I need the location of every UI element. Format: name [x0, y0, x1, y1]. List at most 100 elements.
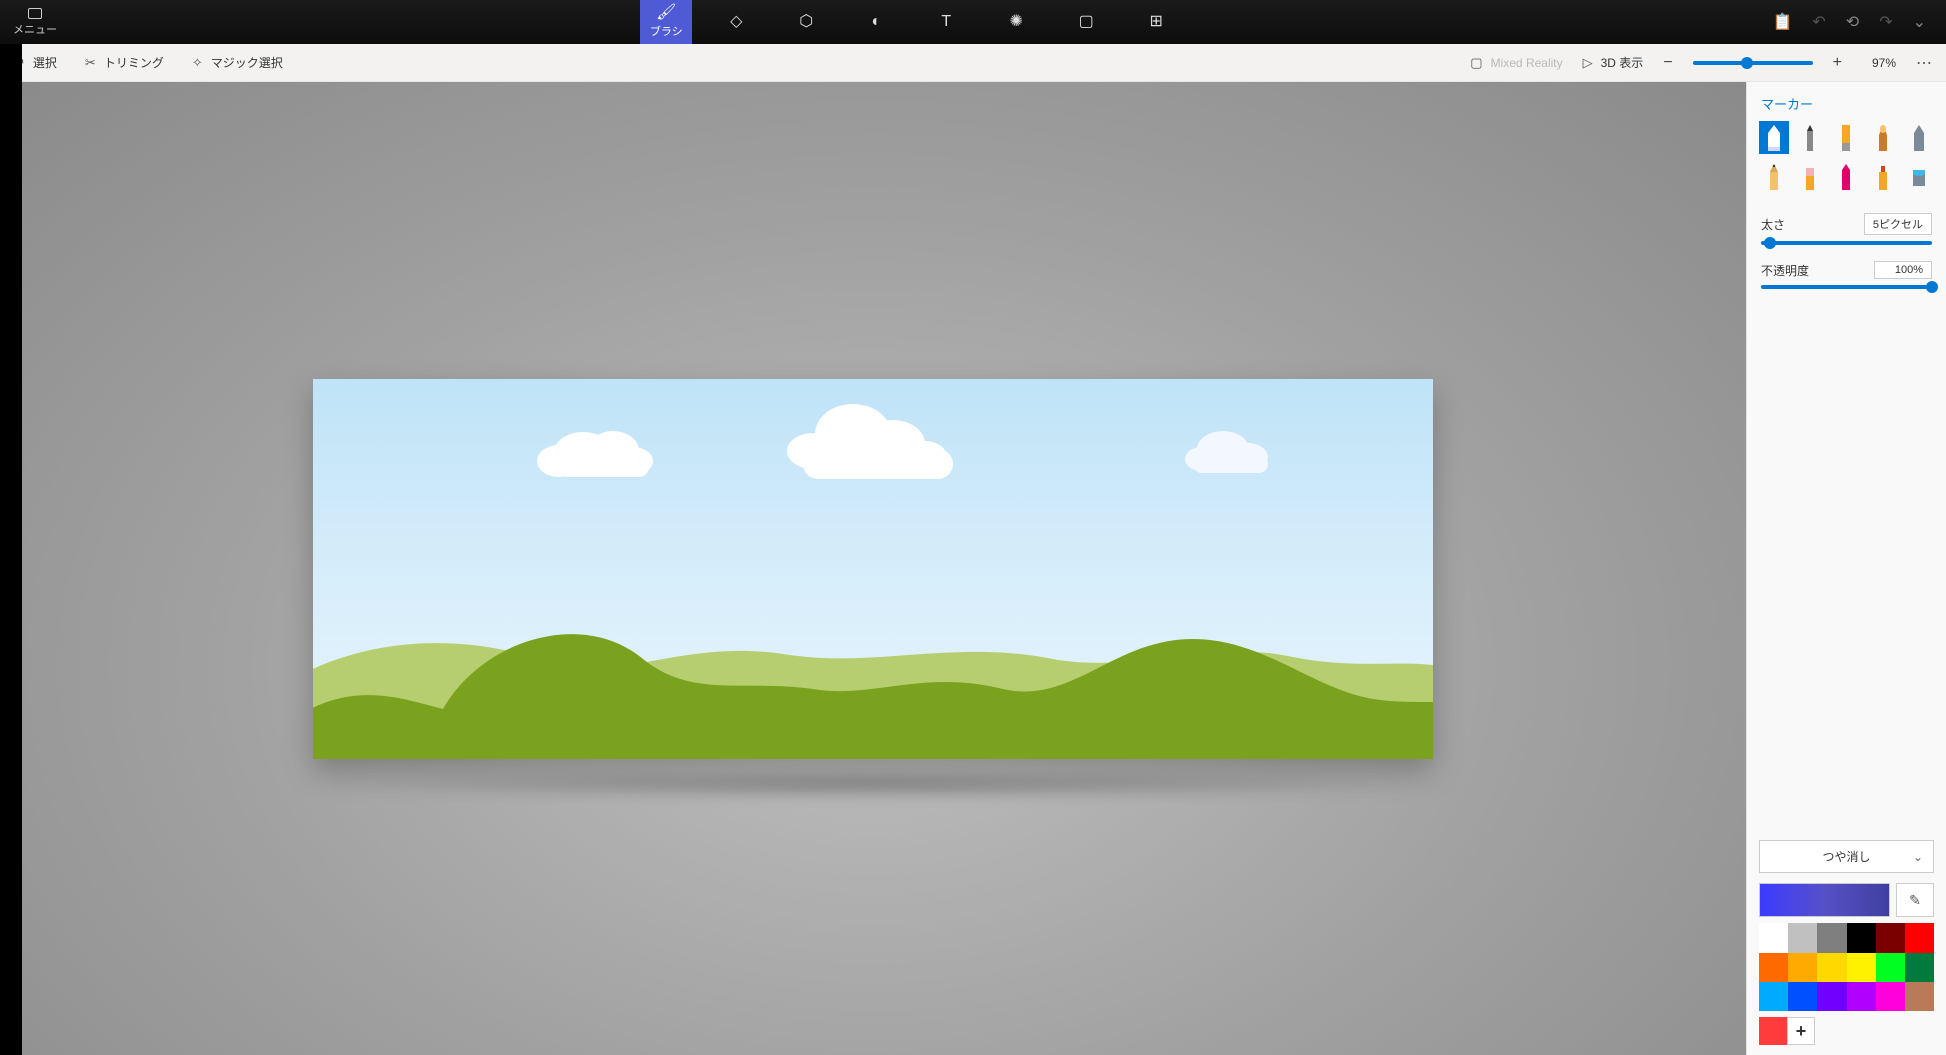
palette-swatch[interactable] — [1905, 923, 1934, 952]
tool-text[interactable]: T — [920, 0, 972, 44]
palette-swatch[interactable] — [1905, 953, 1934, 982]
magic-select-button[interactable]: ✧ マジック選択 — [192, 54, 283, 71]
zoom-out-button[interactable]: − — [1663, 54, 1672, 72]
watercolor-icon — [1873, 125, 1893, 151]
tool-effects[interactable]: ✺ — [990, 0, 1042, 44]
opacity-label: 不透明度 — [1761, 262, 1809, 279]
custom-swatch[interactable] — [1759, 1017, 1787, 1045]
brush-calligraphy[interactable] — [1795, 121, 1825, 154]
effects-icon: ✺ — [1010, 14, 1023, 30]
brush-grid — [1747, 121, 1946, 205]
thickness-value[interactable]: 5ピクセル — [1864, 213, 1932, 235]
thickness-slider[interactable] — [1761, 241, 1932, 245]
palette-swatch[interactable] — [1876, 982, 1905, 1011]
zoom-percent: 97% — [1862, 56, 1896, 70]
chevron-down-icon[interactable]: ⌄ — [1913, 12, 1926, 32]
palette-swatch[interactable] — [1788, 982, 1817, 1011]
opacity-thumb[interactable] — [1926, 281, 1938, 293]
brush-spray[interactable] — [1868, 160, 1898, 193]
palette-swatch[interactable] — [1876, 953, 1905, 982]
view-3d-button[interactable]: ▷ 3D 表示 — [1583, 54, 1644, 71]
palette-swatch[interactable] — [1788, 953, 1817, 982]
material-label: つや消し — [1822, 848, 1870, 865]
marker-icon — [1764, 125, 1784, 151]
shapes-2d-icon: ◇ — [730, 14, 742, 30]
opacity-slider[interactable] — [1761, 285, 1932, 289]
palette-swatch[interactable] — [1847, 982, 1876, 1011]
calligraphy-icon — [1800, 125, 1820, 151]
left-edge-strip — [0, 44, 22, 1055]
thickness-block: 太さ 5ピクセル — [1747, 205, 1946, 253]
opacity-value[interactable]: 100% — [1874, 261, 1932, 279]
brush-oil[interactable] — [1831, 121, 1861, 154]
tool-canvas[interactable]: ▢ — [1060, 0, 1112, 44]
view-3d-label: 3D 表示 — [1601, 54, 1644, 71]
folder-icon — [28, 8, 42, 19]
mixed-reality-label: Mixed Reality — [1491, 56, 1563, 70]
pencil-icon — [1764, 164, 1784, 190]
tool-stickers[interactable]: ◐ — [850, 0, 902, 44]
palette-swatch[interactable] — [1759, 953, 1788, 982]
paste-icon[interactable]: 📋 — [1772, 12, 1792, 32]
crayon-icon — [1836, 164, 1856, 190]
eyedropper-button[interactable]: ✎ — [1896, 883, 1934, 917]
palette-swatch[interactable] — [1817, 923, 1846, 952]
current-color[interactable] — [1759, 883, 1890, 917]
topbar-right: 📋 ↶ ⟲ ↷ ⌄ — [1752, 0, 1946, 44]
brush-icon: 🖌 — [656, 5, 676, 21]
select-label: 選択 — [33, 54, 57, 71]
brush-crayon[interactable] — [1831, 160, 1861, 193]
palette-swatch[interactable] — [1847, 953, 1876, 982]
eyedropper-icon: ✎ — [1909, 892, 1921, 909]
palette-swatch[interactable] — [1817, 982, 1846, 1011]
tool-brush[interactable]: 🖌 ブラシ — [640, 0, 692, 44]
brush-fill[interactable] — [1904, 160, 1934, 193]
current-color-row: ✎ — [1759, 883, 1934, 917]
subbar-right: ▢ Mixed Reality ▷ 3D 表示 − + 97% ⋯ — [1470, 53, 1932, 73]
canvas-area — [0, 82, 1746, 1055]
tool-brush-label: ブラシ — [650, 23, 683, 39]
canvas[interactable] — [313, 379, 1433, 759]
redo-icon[interactable]: ↷ — [1879, 12, 1892, 32]
library-icon: ⊞ — [1150, 14, 1163, 30]
material-select[interactable]: つや消し — [1759, 840, 1934, 873]
brush-pixel[interactable] — [1904, 121, 1934, 154]
zoom-slider[interactable] — [1693, 61, 1813, 65]
more-icon[interactable]: ⋯ — [1916, 53, 1932, 73]
mixed-reality-button: ▢ Mixed Reality — [1470, 55, 1562, 71]
tool-3d-library[interactable]: ⊞ — [1130, 0, 1182, 44]
palette-swatch[interactable] — [1759, 982, 1788, 1011]
topbar: メニュー 🖌 ブラシ ◇ ⬡ ◐ T ✺ ▢ ⊞ 📋 ↶ ⟲ ↷ ⌄ — [0, 0, 1946, 44]
mr-icon: ▢ — [1470, 55, 1482, 71]
palette-swatch[interactable] — [1817, 953, 1846, 982]
tool-3d-shapes[interactable]: ⬡ — [780, 0, 832, 44]
canvas-icon: ▢ — [1079, 14, 1094, 30]
brush-watercolor[interactable] — [1868, 121, 1898, 154]
brush-pencil[interactable] — [1759, 160, 1789, 193]
crop-button[interactable]: ✂ トリミング — [85, 54, 164, 71]
palette-swatch[interactable] — [1788, 923, 1817, 952]
magic-label: マジック選択 — [211, 54, 283, 71]
menu-button[interactable]: メニュー — [0, 0, 70, 44]
palette-swatch[interactable] — [1759, 923, 1788, 952]
thickness-label: 太さ — [1761, 216, 1785, 233]
palette-swatch[interactable] — [1905, 982, 1934, 1011]
palette-swatch[interactable] — [1876, 923, 1905, 952]
pixel-pen-icon — [1909, 125, 1929, 151]
add-color-button[interactable]: + — [1787, 1017, 1815, 1045]
topbar-tools: 🖌 ブラシ ◇ ⬡ ◐ T ✺ ▢ ⊞ — [70, 0, 1752, 44]
oil-brush-icon — [1836, 125, 1856, 151]
thickness-thumb[interactable] — [1764, 237, 1776, 249]
color-palette — [1759, 923, 1934, 1011]
brush-eraser[interactable] — [1795, 160, 1825, 193]
undo-icon[interactable]: ↶ — [1812, 12, 1825, 32]
tool-2d-shapes[interactable]: ◇ — [710, 0, 762, 44]
brush-marker[interactable] — [1759, 121, 1789, 154]
custom-color-row: + — [1759, 1017, 1934, 1045]
menu-label: メニュー — [13, 21, 57, 37]
history-icon[interactable]: ⟲ — [1846, 12, 1859, 32]
text-icon: T — [941, 14, 951, 30]
magic-icon: ✧ — [192, 55, 203, 71]
zoom-in-button[interactable]: + — [1833, 54, 1842, 72]
palette-swatch[interactable] — [1847, 923, 1876, 952]
